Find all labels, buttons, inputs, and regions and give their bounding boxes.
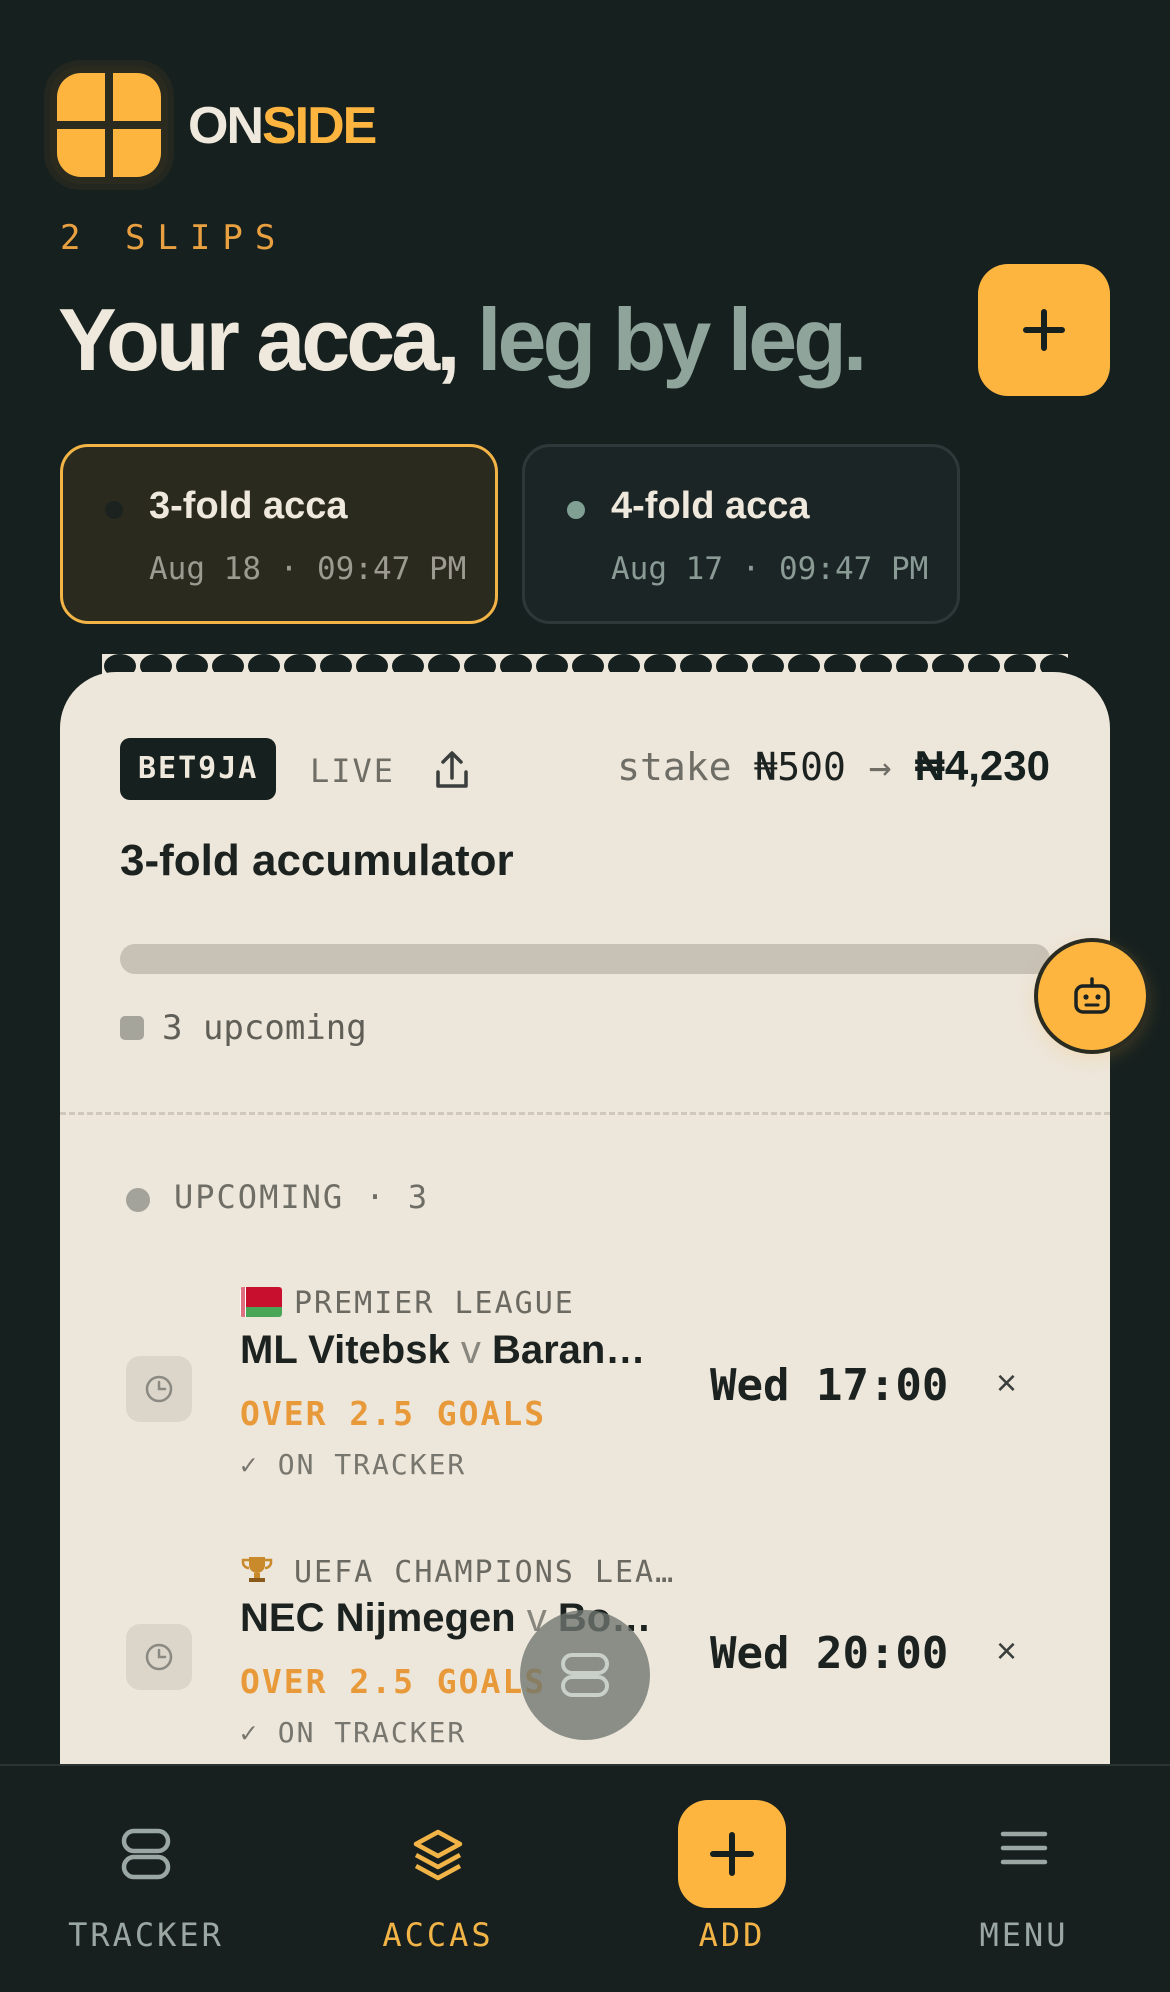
- nav-tracker[interactable]: TRACKER: [0, 1766, 292, 1992]
- brand-part-side: SIDE: [262, 97, 377, 155]
- plus-icon: [1023, 309, 1065, 351]
- tracker-icon: [561, 1653, 609, 1697]
- logo-grid-icon: [57, 73, 161, 177]
- tracker-status: ✓ ON TRACKER: [240, 1448, 467, 1481]
- slip-tab-title: 4-fold acca: [611, 485, 810, 527]
- slip-status-dot: [105, 501, 123, 519]
- away-team: Barano…: [491, 1328, 662, 1372]
- menu-icon: [1000, 1831, 1048, 1865]
- nav-tracker-label: TRACKER: [68, 1916, 224, 1954]
- kickoff-time: Wed 17:00: [710, 1360, 949, 1411]
- nav-menu-label: MENU: [979, 1916, 1069, 1954]
- stake-label: stake: [617, 745, 732, 789]
- progress-bar: [120, 944, 1050, 974]
- robot-icon: [1074, 977, 1110, 1014]
- remove-leg-button[interactable]: ×: [996, 1630, 1017, 1672]
- nav-add[interactable]: ADD: [586, 1766, 878, 1992]
- clock-icon: [126, 1356, 192, 1422]
- slip-tab-3-fold[interactable]: 3-fold acca Aug 18 · 09:47 PM: [60, 444, 498, 624]
- kickoff-time: Wed 20:00: [710, 1628, 949, 1679]
- potential-return: ₦4,230: [914, 742, 1050, 789]
- nav-accas-label: ACCAS: [382, 1916, 494, 1954]
- competition-name: PREMIER LEAGUE: [294, 1286, 575, 1321]
- bookmaker-badge: BET9JA: [120, 738, 277, 800]
- headline-primary: Your acca,: [58, 290, 461, 389]
- ticket-divider: [60, 1112, 1110, 1115]
- belarus-flag-icon: [240, 1287, 282, 1317]
- slips-count: 2 SLIPS: [60, 218, 288, 258]
- slip-tab-4-fold[interactable]: 4-fold acca Aug 17 · 09:47 PM: [522, 444, 960, 624]
- remove-leg-button[interactable]: ×: [996, 1362, 1017, 1404]
- stake-summary: stake ₦500 → ₦4,230: [617, 742, 1050, 790]
- competition-name: UEFA CHAMPIONS LEA…: [294, 1555, 676, 1590]
- app-logo: [50, 66, 168, 184]
- slip-status-dot: [567, 501, 585, 519]
- headline-secondary: leg by leg.: [477, 290, 867, 389]
- section-dot: [126, 1188, 150, 1212]
- match-teams: ML Vitebsk v Barano…: [240, 1328, 662, 1373]
- nav-accas[interactable]: ACCAS: [292, 1766, 584, 1992]
- home-team: NEC Nijmegen: [240, 1596, 516, 1640]
- section-label: UPCOMING · 3: [174, 1178, 430, 1216]
- tracker-status: ✓ ON TRACKER: [240, 1716, 467, 1749]
- share-icon[interactable]: [432, 748, 472, 792]
- tracker-icon: [121, 1828, 171, 1880]
- ticket-title: 3-fold accumulator: [120, 836, 514, 885]
- nav-add-label: ADD: [698, 1916, 766, 1954]
- competition-label: UEFA CHAMPIONS LEA…: [240, 1554, 675, 1592]
- slip-tab-date: Aug 17 · 09:47 PM: [611, 551, 929, 587]
- home-team: ML Vitebsk: [240, 1328, 450, 1372]
- nav-menu[interactable]: MENU: [878, 1766, 1170, 1992]
- competition-label: PREMIER LEAGUE: [240, 1286, 575, 1321]
- progress-summary: 3 upcoming: [162, 1008, 367, 1048]
- bottom-nav: TRACKER ACCAS ADD MENU: [0, 1764, 1170, 1992]
- trophy-icon: [240, 1554, 282, 1592]
- clock-icon: [126, 1624, 192, 1690]
- leg-row[interactable]: PREMIER LEAGUE ML Vitebsk v Barano… OVER…: [60, 1272, 1110, 1492]
- pick-label: OVER 2.5 GOALS: [240, 1662, 547, 1701]
- brand-part-on: ON: [188, 97, 264, 155]
- slip-tab-title: 3-fold acca: [149, 485, 348, 527]
- assistant-bot-button[interactable]: [1038, 942, 1146, 1050]
- brand-name: ONSIDE: [188, 96, 377, 156]
- status-label: LIVE: [310, 752, 396, 790]
- page-title: Your acca, leg by leg.: [58, 290, 867, 390]
- arrow-icon: →: [868, 745, 892, 789]
- layers-icon: [413, 1829, 463, 1881]
- slip-tab-date: Aug 18 · 09:47 PM: [149, 551, 467, 587]
- tracker-fab[interactable]: [520, 1610, 650, 1740]
- legend-swatch: [120, 1016, 144, 1040]
- versus-label: v: [460, 1328, 481, 1372]
- new-slip-button[interactable]: [978, 264, 1110, 396]
- pick-label: OVER 2.5 GOALS: [240, 1394, 547, 1433]
- stake-amount: ₦500: [754, 745, 846, 789]
